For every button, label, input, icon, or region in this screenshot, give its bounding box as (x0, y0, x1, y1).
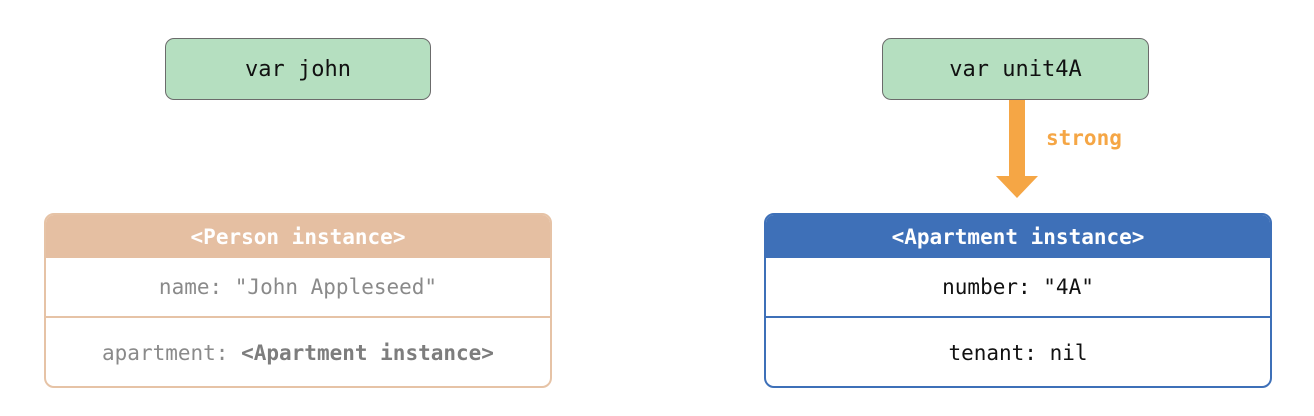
apartment-tenant-text: tenant: nil (948, 341, 1088, 365)
person-apartment-key: apartment: (102, 341, 242, 365)
person-instance-header: <Person instance> (46, 215, 550, 258)
apartment-tenant-property: tenant: nil (766, 318, 1270, 386)
apartment-instance-header: <Apartment instance> (766, 215, 1270, 258)
person-name-property: name: "John Appleseed" (46, 258, 550, 318)
person-instance: <Person instance> name: "John Appleseed"… (44, 213, 552, 388)
variable-unit4a-label: var unit4A (949, 56, 1082, 82)
strong-reference-arrow (996, 100, 1038, 198)
person-apartment-property: apartment: <Apartment instance> (46, 318, 550, 386)
apartment-number-text: number: "4A" (942, 275, 1094, 299)
person-name-text: name: "John Appleseed" (158, 275, 438, 299)
apartment-number-property: number: "4A" (766, 258, 1270, 318)
strong-reference-label: strong (1046, 126, 1122, 150)
variable-john: var john (165, 38, 431, 100)
variable-unit4a: var unit4A (882, 38, 1149, 100)
variable-john-label: var john (245, 56, 351, 82)
apartment-instance: <Apartment instance> number: "4A" tenant… (764, 213, 1272, 388)
strong-reference-arrow-head (996, 176, 1038, 198)
strong-reference-arrow-shaft (1009, 100, 1025, 176)
person-apartment-value: <Apartment instance> (241, 341, 494, 365)
